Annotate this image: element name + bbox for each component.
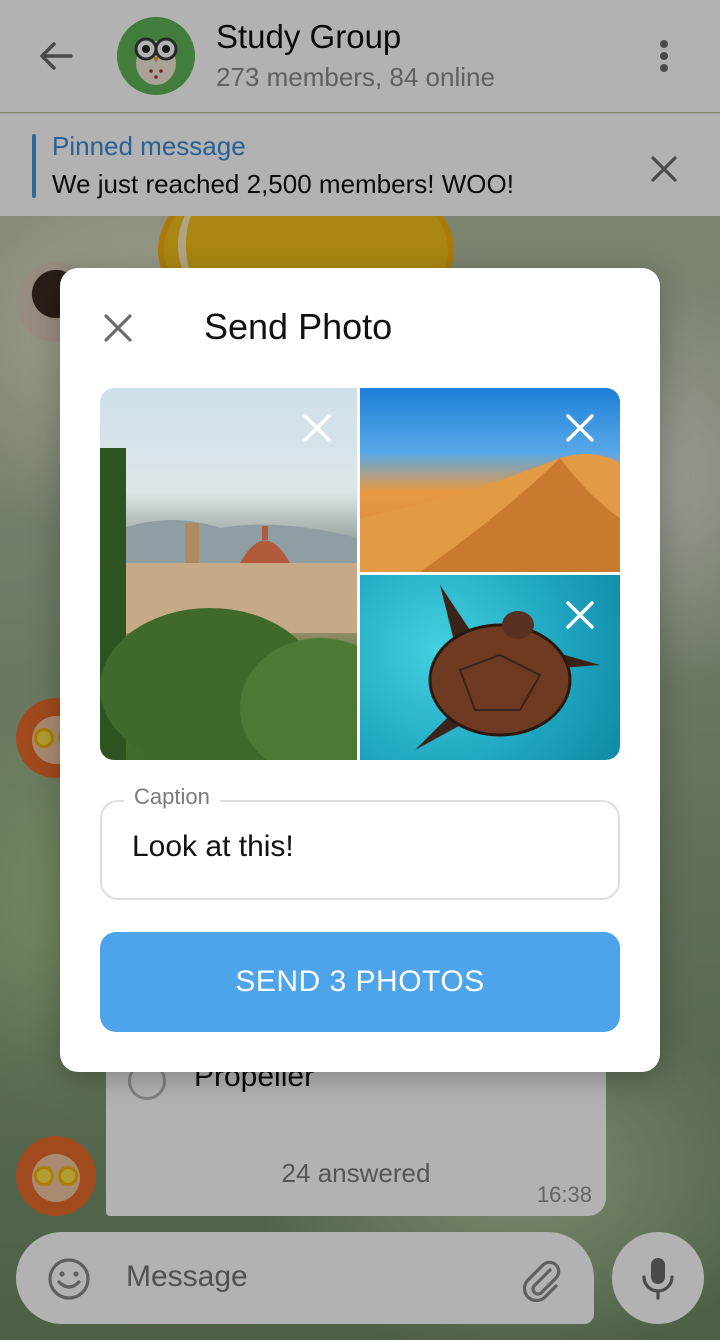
photo-grid [100,388,620,760]
sea-turtle-photo[interactable] [360,575,620,760]
close-icon [566,414,594,442]
remove-photo-button[interactable] [562,410,598,446]
caption-field[interactable]: Caption [100,784,620,900]
close-icon [104,314,132,342]
remove-photo-button[interactable] [299,410,335,446]
close-icon [303,414,331,442]
caption-label: Caption [124,784,220,810]
remove-photo-button[interactable] [562,597,598,633]
caption-input[interactable] [132,830,592,864]
dialog-title: Send Photo [204,306,393,347]
desert-photo[interactable] [360,388,620,572]
send-photo-dialog: Send Photo Caption Look at this! SEND 3 … [60,268,660,1072]
dialog-close-button[interactable] [94,304,142,352]
send-photos-button[interactable]: SEND 3 PHOTOS [100,932,620,1032]
florence-photo[interactable] [100,388,357,760]
close-icon [566,601,594,629]
